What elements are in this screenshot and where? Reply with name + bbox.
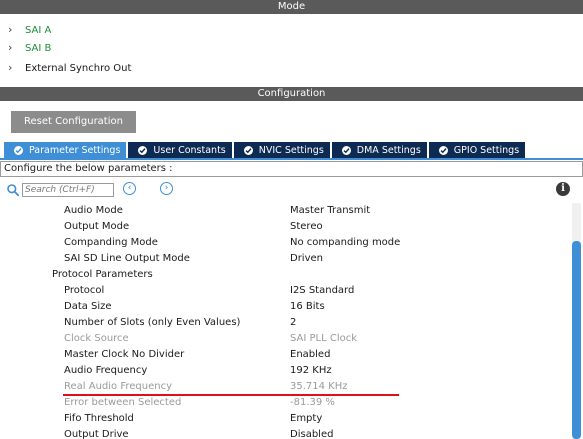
config-tabs: Parameter Settings User Constants NVIC S… (4, 142, 527, 158)
tab-dma-settings[interactable]: DMA Settings (331, 142, 427, 158)
param-name: Output Mode (64, 221, 130, 232)
mode-item-label: SAI A (25, 24, 52, 36)
check-circle-icon (14, 145, 23, 155)
param-row-real-audio-frequency: Real Audio Frequency 35.714 KHz (0, 379, 570, 395)
param-name: Error between Selected (64, 397, 182, 408)
param-value[interactable]: No companding mode (290, 235, 400, 251)
param-row-clock-source: Clock Source SAI PLL Clock (0, 331, 570, 347)
check-circle-icon (438, 145, 448, 155)
highlight-underline (63, 394, 399, 396)
param-row-data-size[interactable]: Data Size 16 Bits (0, 299, 570, 315)
chevron-right-icon: › (8, 61, 13, 74)
mode-item-sai-a[interactable]: › SAI A (8, 21, 51, 39)
param-row-output-mode[interactable]: Output Mode Stereo (0, 219, 570, 235)
chevron-right-icon: › (8, 41, 13, 54)
param-row-sai-sd-line-output-mode[interactable]: SAI SD Line Output Mode Driven (0, 251, 570, 267)
param-name: Audio Frequency (64, 365, 148, 376)
param-value[interactable]: Empty (290, 411, 322, 427)
mode-item-label: SAI B (25, 42, 52, 54)
tab-user-constants[interactable]: User Constants (128, 142, 232, 158)
param-name: Number of Slots (only Even Values) (64, 317, 241, 328)
search-input[interactable] (22, 183, 114, 197)
param-name: Clock Source (64, 333, 129, 344)
configuration-header: Configuration (0, 87, 583, 101)
param-name: Protocol (64, 285, 105, 296)
search-bar (6, 182, 114, 198)
param-name: Fifo Threshold (64, 413, 134, 424)
mode-item-external-synchro-out[interactable]: › External Synchro Out (8, 59, 131, 77)
search-icon[interactable] (6, 183, 20, 197)
tab-parameter-settings[interactable]: Parameter Settings (4, 142, 127, 158)
check-circle-icon (341, 145, 351, 155)
param-value: SAI PLL Clock (290, 333, 358, 344)
tab-gpio-settings[interactable]: GPIO Settings (428, 142, 526, 158)
param-value[interactable]: I2S Standard (290, 283, 354, 299)
tab-label: User Constants (153, 144, 226, 156)
param-value[interactable]: 192 KHz (290, 363, 332, 379)
param-value[interactable]: Disabled (290, 427, 333, 439)
param-name: Master Clock No Divider (64, 349, 185, 360)
param-value: 35.714 KHz (290, 381, 348, 392)
param-row-master-clock-no-divider[interactable]: Master Clock No Divider Enabled (0, 347, 570, 363)
mode-item-sai-b[interactable]: › SAI B (8, 39, 51, 57)
tab-label: GPIO Settings (453, 144, 520, 156)
param-value[interactable]: Driven (290, 251, 323, 267)
param-value[interactable]: Stereo (290, 219, 323, 235)
tab-label: NVIC Settings (258, 144, 324, 156)
param-name: Data Size (64, 301, 112, 312)
reset-configuration-button[interactable]: Reset Configuration (11, 111, 136, 133)
param-name: Real Audio Frequency (64, 381, 172, 392)
param-value: -81.39 % (290, 397, 335, 408)
param-row-fifo-threshold[interactable]: Fifo Threshold Empty (0, 411, 570, 427)
next-result-icon[interactable]: › (160, 182, 173, 195)
param-row-companding-mode[interactable]: Companding Mode No companding mode (0, 235, 570, 251)
check-circle-icon (243, 145, 253, 155)
tab-nvic-settings[interactable]: NVIC Settings (233, 142, 330, 158)
mode-header: Mode (0, 0, 583, 14)
tab-underline (0, 158, 583, 160)
param-name: Audio Mode (64, 205, 123, 216)
param-value[interactable]: 2 (290, 315, 296, 331)
param-row-number-of-slots[interactable]: Number of Slots (only Even Values) 2 (0, 315, 570, 331)
chevron-right-icon: › (8, 23, 13, 36)
param-name: Output Drive (64, 429, 129, 439)
param-group-protocol-parameters[interactable]: Protocol Parameters (0, 267, 570, 283)
param-row-audio-frequency[interactable]: Audio Frequency 192 KHz (0, 363, 570, 379)
param-row-error-between-selected: Error between Selected -81.39 % (0, 395, 570, 411)
scrollbar-thumb[interactable] (572, 241, 581, 439)
param-name: SAI SD Line Output Mode (64, 253, 190, 264)
param-row-audio-mode[interactable]: Audio Mode Master Transmit (0, 203, 570, 219)
previous-result-icon[interactable]: ‹ (123, 182, 136, 195)
param-group-label: Protocol Parameters (52, 269, 153, 280)
param-value[interactable]: Enabled (290, 347, 330, 363)
param-row-output-drive[interactable]: Output Drive Disabled (0, 427, 570, 439)
mode-item-label: External Synchro Out (25, 62, 132, 74)
check-circle-icon (138, 145, 148, 155)
param-name: Companding Mode (64, 237, 158, 248)
param-value[interactable]: Master Transmit (290, 203, 370, 219)
param-value[interactable]: 16 Bits (290, 299, 325, 315)
param-row-protocol[interactable]: Protocol I2S Standard (0, 283, 570, 299)
tab-label: DMA Settings (356, 144, 421, 156)
info-icon[interactable]: i (556, 182, 570, 196)
parameter-list: Audio Mode Master Transmit Output Mode S… (0, 203, 570, 439)
tab-label: Parameter Settings (29, 144, 121, 156)
configure-instructions: Configure the below parameters : (0, 161, 583, 177)
